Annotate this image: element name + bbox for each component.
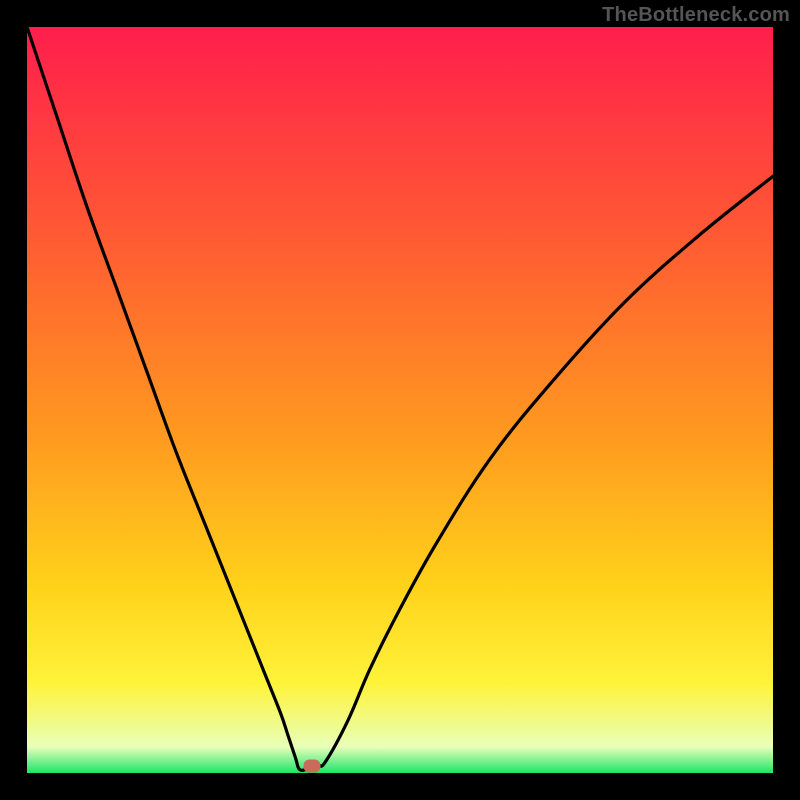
watermark-text: TheBottleneck.com [602,4,790,27]
optimal-point-marker [303,760,320,773]
plot-area [27,27,773,773]
bottleneck-curve [27,27,773,773]
chart-frame: TheBottleneck.com [0,0,800,800]
